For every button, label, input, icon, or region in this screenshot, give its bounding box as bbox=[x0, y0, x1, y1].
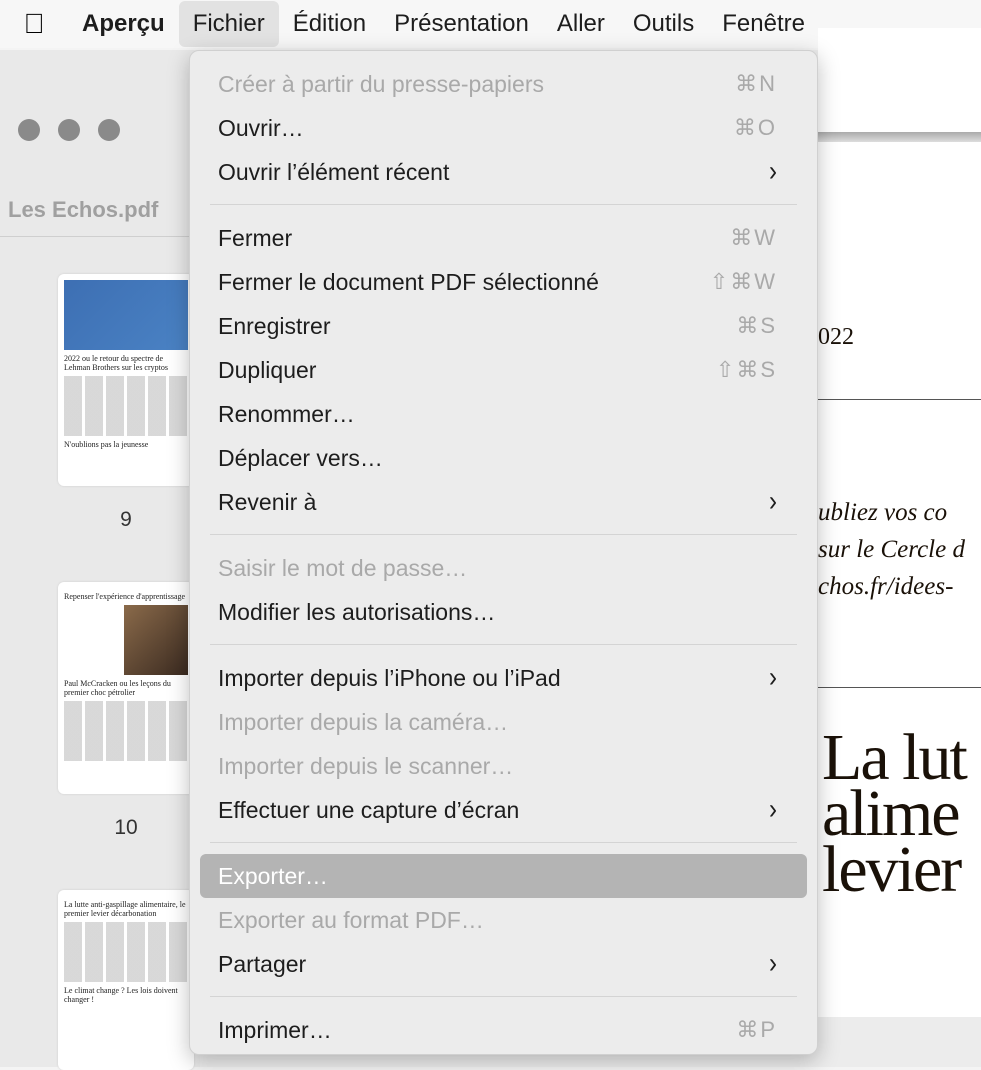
thumbnail-headline: 2022 ou le retour du spectre de Lehman B… bbox=[64, 354, 168, 372]
menu-item-exporter-au-format-pdf: Exporter au format PDF… bbox=[200, 898, 807, 942]
menu-item-label: Fermer le document PDF sélectionné bbox=[218, 268, 599, 295]
shortcut-label: ⌘W bbox=[730, 225, 777, 250]
chevron-right-icon: › bbox=[769, 947, 777, 980]
menu-item-partager[interactable]: Partager › bbox=[200, 942, 807, 986]
menu-item-label: Exporter au format PDF… bbox=[218, 906, 484, 933]
text-line: ubliez vos co bbox=[818, 499, 948, 526]
menu-item-saisir-le-mot-de-passe: Saisir le mot de passe… bbox=[200, 546, 807, 590]
text-line: chos.fr/idees- bbox=[818, 573, 954, 600]
menu-item-importer-depuis-l-iphone-ou-l-ipad[interactable]: Importer depuis l’iPhone ou l’iPad › bbox=[200, 656, 807, 700]
toolbar-edge bbox=[818, 132, 981, 142]
menu-item-effectuer-une-capture-d-e-cran[interactable]: Effectuer une capture d’écran › bbox=[200, 788, 807, 832]
menu-item-label: Modifier les autorisations… bbox=[218, 598, 496, 625]
menu-item-label: Renommer… bbox=[218, 400, 355, 427]
thumbnail-sidebar: Les Echos.pdf 2022 ou le retour du spect… bbox=[0, 50, 200, 1070]
shortcut-label: ⇧⌘W bbox=[709, 269, 777, 294]
menu-item-label: Fermer bbox=[218, 224, 293, 251]
menu-item-ouvrir-l-e-le-ment-re-cent[interactable]: Ouvrir l’élément récent › bbox=[200, 150, 807, 194]
menu-item-label: Revenir à bbox=[218, 488, 317, 515]
apple-menu-icon[interactable]:  bbox=[0, 8, 68, 40]
thumbnail-columns bbox=[64, 922, 188, 982]
shortcut-label: ⌘P bbox=[736, 1017, 777, 1042]
thumbnail-subheadline: Le climat change ? Les lois doivent chan… bbox=[64, 986, 178, 1004]
page-thumbnail-10[interactable]: Repenser l'expérience d'apprentissage Pa… bbox=[58, 582, 194, 794]
menubar-app-aperçu[interactable]: Aperçu bbox=[68, 1, 179, 47]
menu-item-label: Importer depuis le scanner… bbox=[218, 752, 514, 779]
menubar-fichier[interactable]: Fichier bbox=[178, 1, 279, 47]
menu-item-cre-er-a-partir-du-presse-papiers: Créer à partir du presse-papiers ⌘N bbox=[200, 62, 807, 106]
menu-item-label: Effectuer une capture d’écran bbox=[218, 796, 520, 823]
menu-item-label: Dupliquer bbox=[218, 356, 317, 383]
headline-line: levier bbox=[822, 833, 962, 906]
menubar-edition[interactable]: Édition bbox=[279, 1, 380, 47]
rule bbox=[818, 399, 981, 400]
menu-item-label: Partager bbox=[218, 950, 307, 977]
menu-item-label: Enregistrer bbox=[218, 312, 331, 339]
menu-item-label: Déplacer vers… bbox=[218, 444, 383, 471]
thumbnail-headline: La lutte anti-gaspillage alimentaire, le… bbox=[64, 900, 186, 918]
menu-item-label: Ouvrir… bbox=[218, 114, 304, 141]
shortcut-label: ⇧⌘S bbox=[715, 357, 777, 382]
menu-item-fermer-le-document-pdf-se-lectionne[interactable]: Fermer le document PDF sélectionné ⇧⌘W bbox=[200, 260, 807, 304]
menu-item-label: Imprimer… bbox=[218, 1016, 332, 1043]
menu-item-label: Importer depuis l’iPhone ou l’iPad bbox=[218, 664, 561, 691]
text-line: sur le Cercle d bbox=[818, 536, 965, 563]
thumbnail-image bbox=[124, 605, 188, 675]
document-italic-text: ubliez vos co sur le Cercle d chos.fr/id… bbox=[818, 494, 965, 605]
menu-item-fermer[interactable]: Fermer ⌘W bbox=[200, 216, 807, 260]
shortcut-label: ⌘S bbox=[736, 313, 777, 338]
menu-separator bbox=[210, 996, 797, 997]
document-title: Les Echos.pdf bbox=[8, 197, 159, 222]
menu-separator bbox=[210, 842, 797, 843]
menu-item-importer-depuis-le-scanner: Importer depuis le scanner… bbox=[200, 744, 807, 788]
chevron-right-icon: › bbox=[769, 485, 777, 518]
minimize-window-button[interactable] bbox=[58, 119, 80, 141]
page-thumbnail-9[interactable]: 2022 ou le retour du spectre de Lehman B… bbox=[58, 274, 194, 486]
thumbnail-subheadline: Paul McCracken ou les leçons du premier … bbox=[64, 679, 171, 697]
menubar-aller[interactable]: Aller bbox=[543, 1, 619, 47]
shortcut-label: ⌘O bbox=[733, 115, 777, 140]
fichier-menu: Créer à partir du presse-papiers ⌘N Ouvrir… bbox=[189, 50, 818, 1055]
page-number: 10 bbox=[114, 816, 138, 839]
chevron-right-icon: › bbox=[769, 155, 777, 188]
menu-item-label: Ouvrir l’élément récent bbox=[218, 158, 450, 185]
menu-item-de-placer-vers[interactable]: Déplacer vers… bbox=[200, 436, 807, 480]
page-thumbnail-11[interactable]: La lutte anti-gaspillage alimentaire, le… bbox=[58, 890, 194, 1070]
menu-item-label: Importer depuis la caméra… bbox=[218, 708, 509, 735]
menu-item-ouvrir[interactable]: Ouvrir… ⌘O bbox=[200, 106, 807, 150]
menu-item-modifier-les-autorisations[interactable]: Modifier les autorisations… bbox=[200, 590, 807, 634]
menubar-outils[interactable]: Outils bbox=[619, 1, 708, 47]
thumbnail-headline: Repenser l'expérience d'apprentissage bbox=[64, 592, 186, 601]
page-number: 9 bbox=[120, 508, 132, 531]
menu-item-label: Créer à partir du presse-papiers bbox=[218, 70, 544, 97]
menu-separator bbox=[210, 644, 797, 645]
rule bbox=[818, 687, 981, 688]
thumbnail-columns bbox=[64, 701, 188, 761]
divider bbox=[0, 236, 200, 237]
close-window-button[interactable] bbox=[18, 119, 40, 141]
menu-item-dupliquer[interactable]: Dupliquer ⇧⌘S bbox=[200, 348, 807, 392]
thumbnail-subheadline: N'oublions pas la jeunesse bbox=[64, 440, 149, 449]
menu-item-renommer[interactable]: Renommer… bbox=[200, 392, 807, 436]
menu-item-label: Exporter… bbox=[218, 862, 328, 889]
shortcut-label: ⌘N bbox=[735, 71, 777, 96]
thumbnail-columns bbox=[64, 376, 188, 436]
menu-separator bbox=[210, 204, 797, 205]
menu-item-exporter[interactable]: Exporter… bbox=[200, 854, 807, 898]
menu-item-importer-depuis-la-came-ra: Importer depuis la caméra… bbox=[200, 700, 807, 744]
chevron-right-icon: › bbox=[769, 793, 777, 826]
document-date: 022 bbox=[818, 324, 854, 350]
menubar-presentation[interactable]: Présentation bbox=[380, 1, 543, 47]
menu-item-revenir-a[interactable]: Revenir à › bbox=[200, 480, 807, 524]
menu-item-label: Saisir le mot de passe… bbox=[218, 554, 468, 581]
menu-item-enregistrer[interactable]: Enregistrer ⌘S bbox=[200, 304, 807, 348]
zoom-window-button[interactable] bbox=[98, 119, 120, 141]
chevron-right-icon: › bbox=[769, 661, 777, 694]
menu-item-imprimer[interactable]: Imprimer… ⌘P bbox=[200, 1008, 807, 1052]
thumbnail-image bbox=[64, 280, 188, 350]
menubar-fenetre[interactable]: Fenêtre bbox=[708, 1, 819, 47]
menu-separator bbox=[210, 534, 797, 535]
document-headline: La lut alime levier bbox=[822, 725, 968, 906]
